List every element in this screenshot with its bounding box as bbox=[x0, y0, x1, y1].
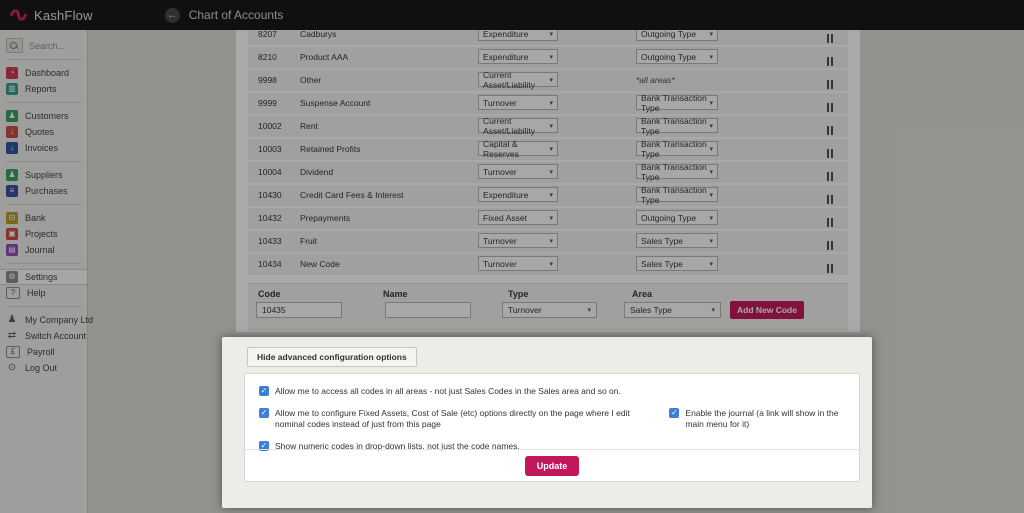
checkbox-checked-icon[interactable]: ✓ bbox=[259, 386, 269, 396]
advanced-option: ✓ Allow me to configure Fixed Assets, Cos… bbox=[259, 408, 661, 430]
option-label: Enable the journal (a link will show in … bbox=[685, 408, 845, 430]
advanced-option: ✓ Allow me to access all codes in all are… bbox=[259, 386, 621, 397]
update-button[interactable]: Update bbox=[525, 456, 580, 476]
checkbox-checked-icon[interactable]: ✓ bbox=[259, 408, 269, 418]
advanced-options-card: ✓ Allow me to access all codes in all are… bbox=[244, 373, 860, 482]
option-label: Allow me to access all codes in all area… bbox=[275, 386, 621, 397]
option-row: ✓ Allow me to configure Fixed Assets, Cos… bbox=[259, 408, 845, 430]
advanced-configuration-panel: Hide advanced configuration options ✓ All… bbox=[222, 337, 872, 508]
hide-advanced-options-button[interactable]: Hide advanced configuration options bbox=[247, 347, 417, 367]
option-row: ✓ Allow me to access all codes in all are… bbox=[259, 386, 845, 397]
advanced-option: ✓ Enable the journal (a link will show in… bbox=[669, 408, 845, 430]
advanced-options-list: ✓ Allow me to access all codes in all are… bbox=[245, 374, 859, 452]
checkbox-checked-icon[interactable]: ✓ bbox=[669, 408, 679, 418]
option-label: Allow me to configure Fixed Assets, Cost… bbox=[275, 408, 661, 430]
advanced-options-footer: Update bbox=[245, 449, 859, 481]
